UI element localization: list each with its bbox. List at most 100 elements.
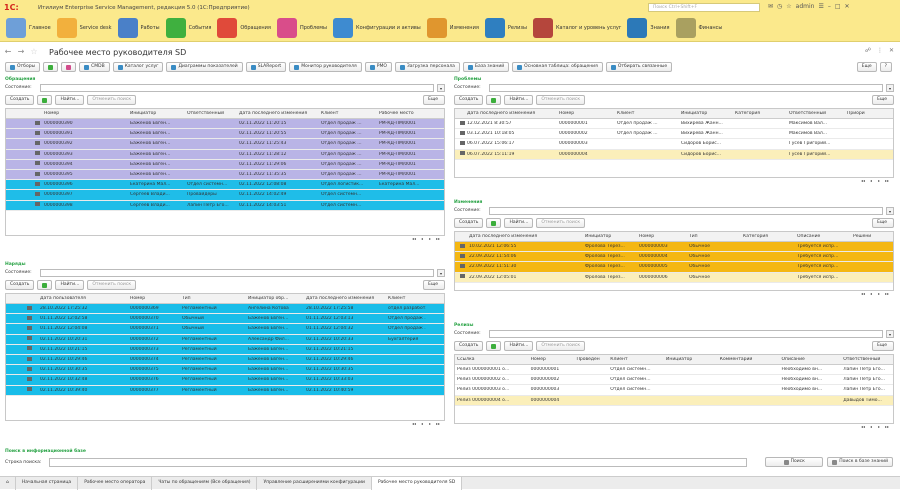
more-button[interactable]: Еще: [423, 95, 445, 105]
state-input[interactable]: [489, 206, 883, 215]
pager-nav-icon[interactable]: ▸▸: [884, 178, 890, 186]
cancel-search-button[interactable]: Отменить поиск: [87, 280, 137, 290]
toolbar-button-6[interactable]: SLAReport: [245, 62, 287, 72]
column-header[interactable]: Решени: [851, 234, 885, 239]
cancel-search-button[interactable]: Отменить поиск: [536, 218, 586, 228]
table-row[interactable]: 01.11.2022 12:04:08 0000000371 Обычный Баже…: [6, 324, 444, 335]
table-row[interactable]: 22.09.2022 12:05:01 Фролова Терез... 00000…: [455, 272, 893, 283]
table-row[interactable]: 0000000397 Сергеев Влади... Провайдеры 02.1…: [6, 190, 444, 201]
forward-icon[interactable]: →: [16, 47, 26, 57]
column-header[interactable]: Дата последнего изменения: [237, 111, 319, 116]
toolbar-button-1[interactable]: [43, 62, 59, 72]
favorite-star-icon[interactable]: ☆: [29, 47, 39, 57]
state-input[interactable]: [40, 83, 434, 92]
table-row[interactable]: 02.11.2022 10:30:35 0000000375 Регламентны…: [6, 365, 444, 376]
column-header[interactable]: Ответственный: [841, 357, 893, 362]
column-header[interactable]: Категория: [741, 234, 795, 239]
state-input[interactable]: [40, 268, 434, 277]
column-header[interactable]: Категория: [733, 111, 787, 116]
cancel-search-button[interactable]: Отменить поиск: [87, 95, 137, 105]
column-header[interactable]: Инициатор обр...: [246, 296, 304, 301]
pager-nav-icon[interactable]: ◂◂: [411, 421, 417, 429]
table-row[interactable]: Релиз 0000000001 о... 0000000001 Отдел сис…: [455, 365, 893, 376]
table-row[interactable]: 02.11.2022 10:32:48 0000000376 Регламентны…: [6, 375, 444, 386]
pager-nav-icon[interactable]: ▸: [876, 178, 882, 186]
dropdown-icon[interactable]: ▾: [437, 83, 445, 92]
add-icon-button[interactable]: [37, 280, 53, 290]
column-header[interactable]: Номер: [42, 111, 128, 116]
table-row[interactable]: 10.02.2021 12:06:55 Фролова Терез... 00000…: [455, 242, 893, 253]
create-button[interactable]: Создать: [5, 95, 35, 105]
table-row[interactable]: 12.02.2021 8:30:57 0000000001 Отдел продаж…: [455, 119, 893, 130]
column-header[interactable]: Инициатор: [583, 234, 637, 239]
pager-nav-icon[interactable]: ◂◂: [860, 178, 866, 186]
section-2[interactable]: Работы: [117, 17, 160, 39]
toolbar-button-12[interactable]: Отбирать связанные: [605, 62, 673, 72]
table-row[interactable]: 0000000395 Баженов Евген... 02.11.2022 11:…: [6, 169, 444, 181]
column-header[interactable]: Клиент: [319, 111, 377, 116]
pager-nav-icon[interactable]: ▸▸: [435, 421, 441, 429]
table-row[interactable]: 28.10.2022 17:25:32 0000000369 Регламентны…: [6, 304, 444, 315]
table-row[interactable]: 0000000391 Баженов Евген... 02.11.2022 11:…: [6, 129, 444, 140]
history-icon[interactable]: ◷: [777, 3, 782, 10]
pager-nav-icon[interactable]: ▸▸: [884, 424, 890, 432]
add-icon-button[interactable]: [37, 95, 53, 105]
pager-nav-icon[interactable]: ◂◂: [860, 424, 866, 432]
minimize-icon[interactable]: –: [828, 3, 831, 10]
column-header[interactable]: Рабочее место: [377, 111, 426, 116]
section-0[interactable]: Главное: [6, 17, 51, 39]
user-name[interactable]: admin: [796, 3, 815, 10]
column-header[interactable]: Дата последнего изменения: [467, 234, 583, 239]
column-header[interactable]: Клиент: [386, 296, 426, 301]
column-header[interactable]: Приори: [845, 111, 885, 116]
more-vert-icon[interactable]: ⋮: [877, 47, 883, 54]
pager-nav-icon[interactable]: ◂: [868, 178, 874, 186]
column-header[interactable]: Ссылка: [455, 357, 529, 362]
table-row[interactable]: 0000000396 Екатерина Мал... Отдел системн.…: [6, 180, 444, 191]
back-icon[interactable]: ←: [3, 47, 13, 57]
section-10[interactable]: Знания: [627, 17, 670, 39]
column-header[interactable]: Ответственный: [185, 111, 237, 116]
column-header[interactable]: Проведен: [574, 357, 608, 362]
column-header[interactable]: Описание: [780, 357, 842, 362]
more-button[interactable]: Еще: [872, 95, 894, 105]
toolbar-button-8[interactable]: РМО: [364, 62, 392, 72]
column-header[interactable]: Инициатор: [128, 111, 185, 116]
dropdown-icon[interactable]: ▾: [886, 329, 894, 338]
toolbar-button-5[interactable]: Диаграммы показателей: [166, 62, 243, 72]
table-row[interactable]: 22.09.2022 11:54:06 Фролова Терез... 00000…: [455, 252, 893, 263]
table-row[interactable]: 03.12.2021 10:18:05 0000000002 Отдел прода…: [455, 129, 893, 140]
more-button[interactable]: Еще: [423, 280, 445, 290]
cancel-search-button[interactable]: Отменить поиск: [536, 95, 586, 105]
table-row[interactable]: 06.07.2022 15:06:17 0000000003 Сидоров Бор…: [455, 139, 893, 150]
create-button[interactable]: Создать: [454, 218, 484, 228]
section-11[interactable]: Финансы: [675, 17, 722, 39]
table-row[interactable]: Релиз 0000000002 о... 0000000002 Отдел сис…: [455, 375, 893, 386]
window-tab[interactable]: Начальная страница: [16, 476, 79, 490]
home-icon[interactable]: ⌂: [0, 476, 16, 490]
table-row[interactable]: 02.11.2022 10:21:15 0000000373 Регламентны…: [6, 344, 444, 355]
toolbar-button-4[interactable]: Каталог услуг: [112, 62, 164, 72]
search-button[interactable]: Поиск: [765, 457, 824, 467]
pager-nav-icon[interactable]: ▸▸: [884, 291, 890, 299]
window-tab[interactable]: Чаты по обращениям (Все обращения): [152, 476, 258, 490]
section-3[interactable]: События: [165, 17, 211, 39]
column-header[interactable]: Дата последнего изменения: [304, 296, 386, 301]
pager-nav-icon[interactable]: ▸: [427, 236, 433, 244]
state-input[interactable]: [489, 83, 883, 92]
section-4[interactable]: Обращения: [217, 17, 271, 39]
toolbar-button-3[interactable]: CMDB: [79, 62, 110, 72]
table-row[interactable]: 0000000393 Баженов Евген... 02.11.2022 11:…: [6, 149, 444, 160]
cancel-search-button[interactable]: Отменить поиск: [536, 341, 586, 351]
close-page-icon[interactable]: ✕: [889, 47, 894, 54]
create-button[interactable]: Создать: [454, 95, 484, 105]
table-row[interactable]: 22.09.2022 11:51:30 Фролова Терез... 00000…: [455, 262, 893, 273]
column-header[interactable]: Дата последнего изменения: [465, 111, 557, 116]
dropdown-icon[interactable]: ▾: [886, 83, 894, 92]
toolbar-button-11[interactable]: Основная таблица: обращения: [512, 62, 603, 72]
table-row[interactable]: 0000000394 Баженов Евген... 02.11.2022 11:…: [6, 159, 444, 170]
column-header[interactable]: Тип: [180, 296, 246, 301]
close-icon[interactable]: ✕: [845, 3, 850, 10]
column-header[interactable]: Номер: [637, 234, 687, 239]
section-1[interactable]: Service desk: [56, 17, 112, 39]
